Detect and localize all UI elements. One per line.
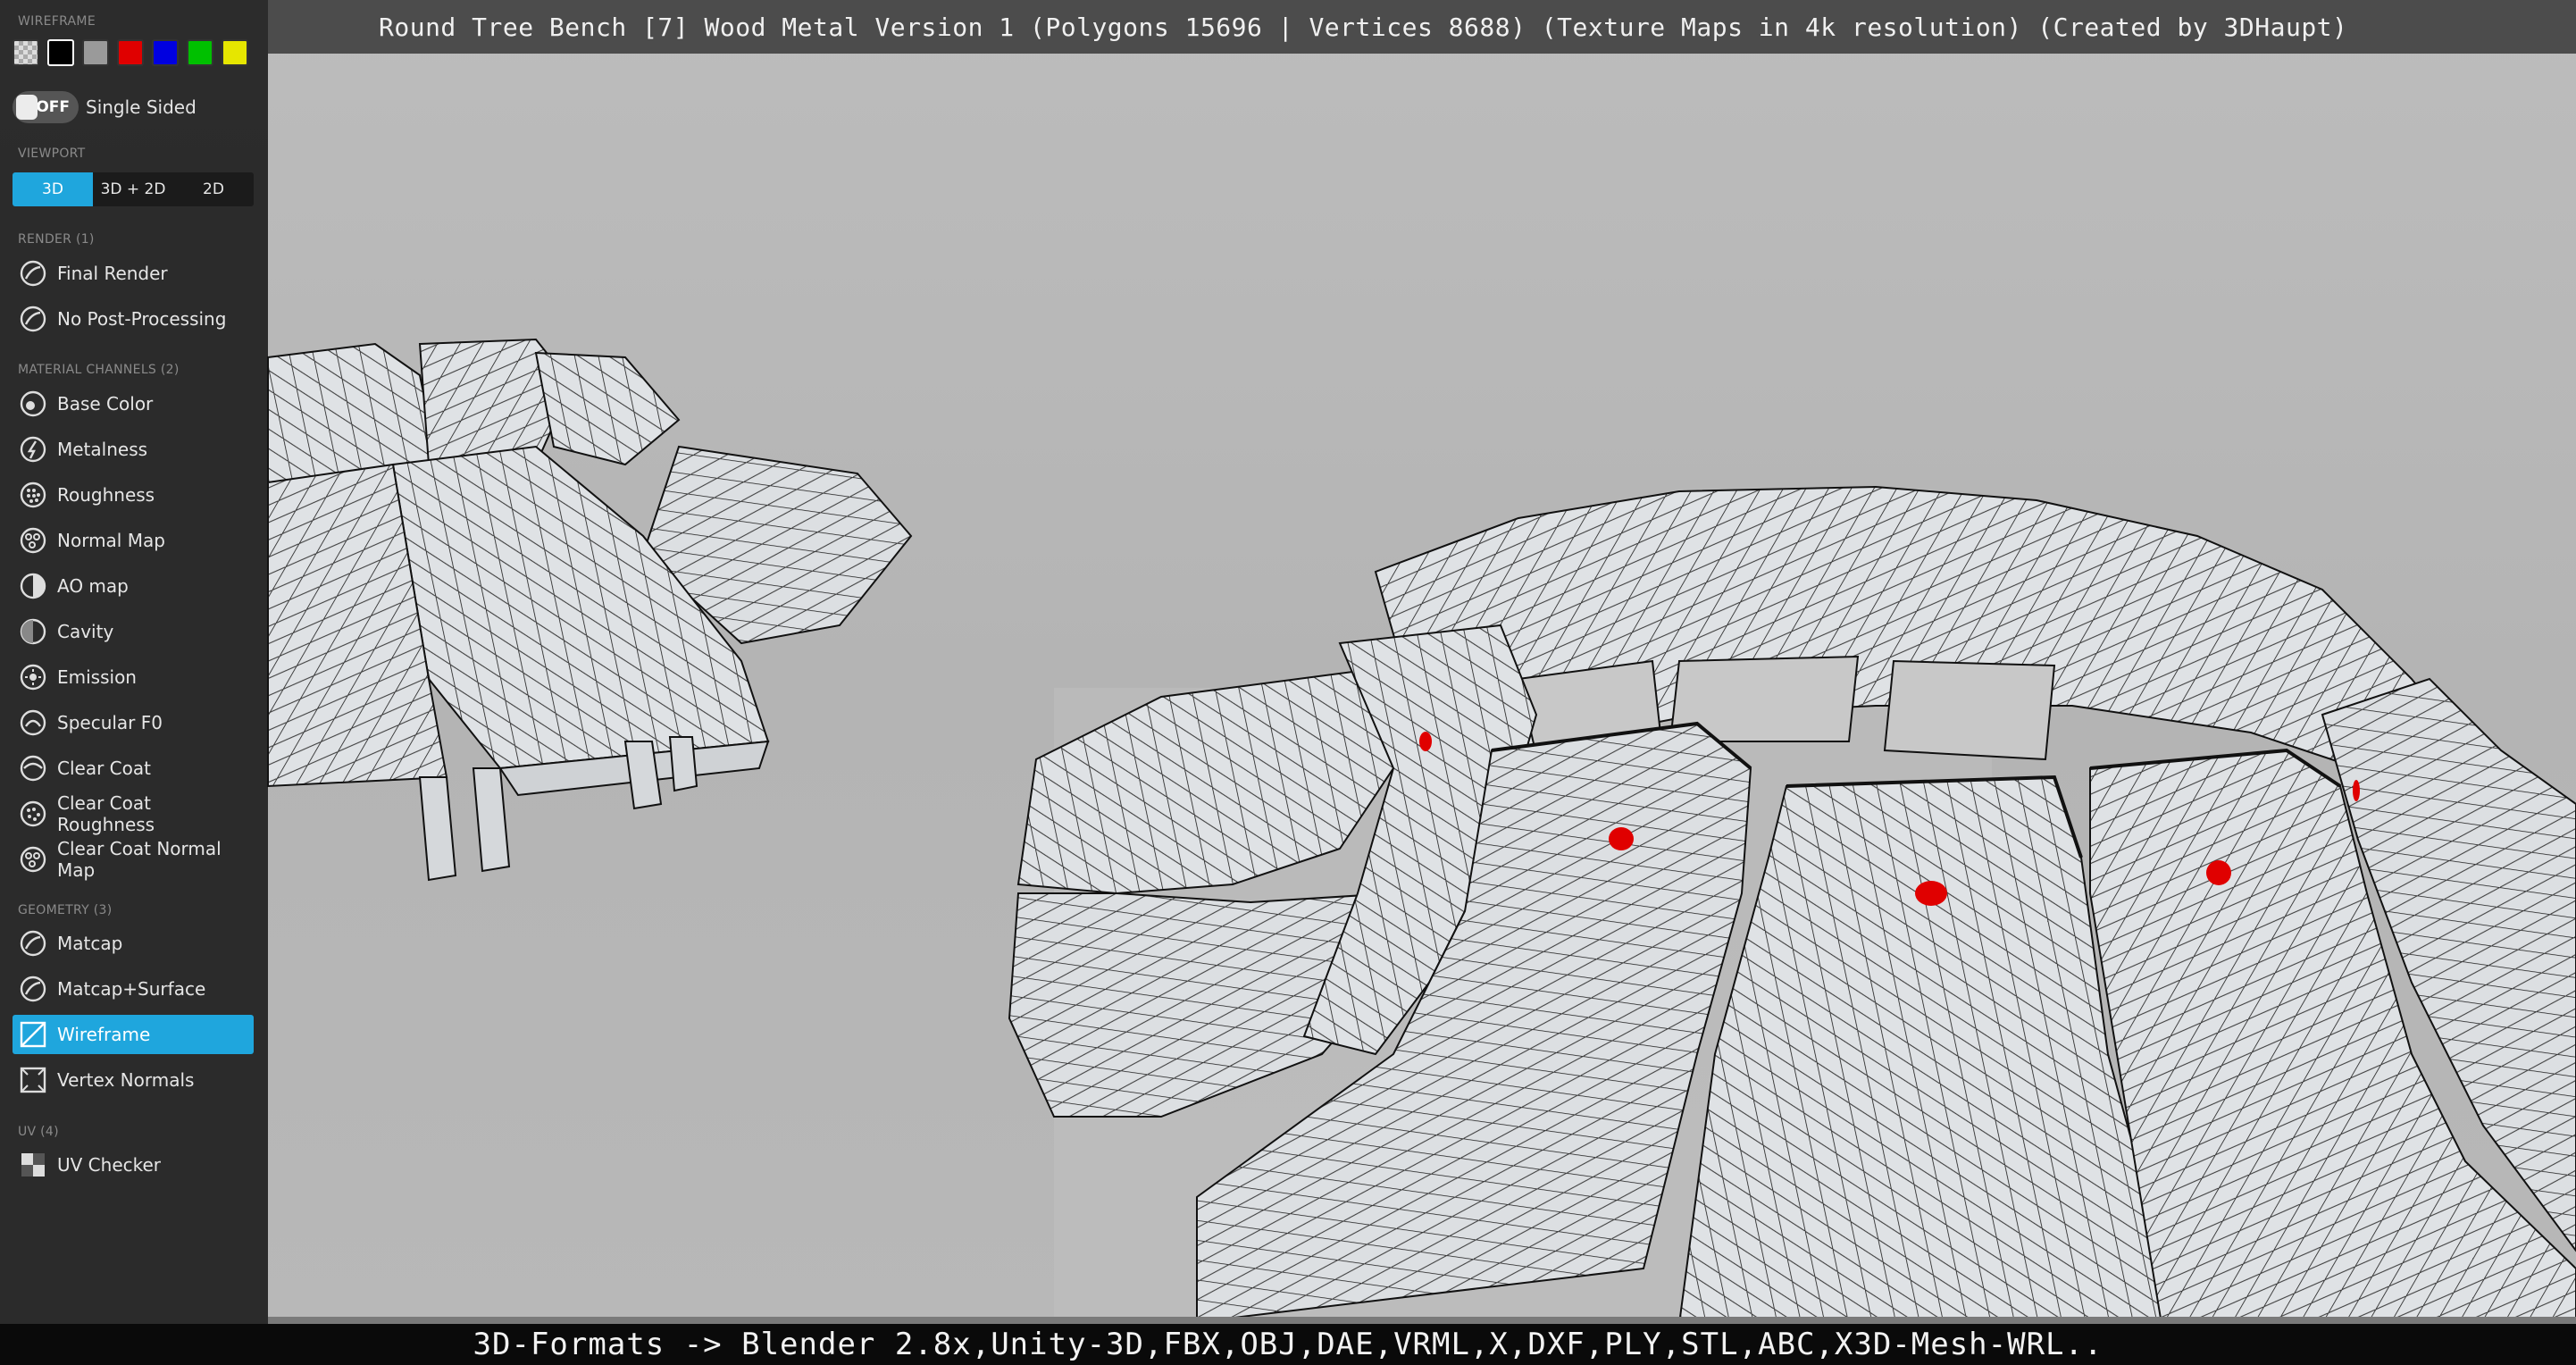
menu-specular-f0[interactable]: Specular F0	[13, 703, 254, 742]
3d-viewport[interactable]	[0, 0, 2576, 1365]
uv-checker-icon	[18, 1150, 48, 1180]
viewport-mode-tabs: 3D 3D + 2D 2D	[13, 172, 254, 206]
normal-map-icon	[18, 525, 48, 556]
menu-label: Matcap	[57, 933, 123, 954]
wireframe-color-swatches	[13, 39, 248, 66]
menu-label: Base Color	[57, 393, 154, 415]
menu-label: Wireframe	[57, 1024, 151, 1045]
specular-icon	[18, 708, 48, 738]
formats-bar: 3D-Formats -> Blender 2.8x,Unity-3D,FBX,…	[0, 1324, 2576, 1365]
vertex-normals-icon	[18, 1065, 48, 1095]
tab-3d[interactable]: 3D	[13, 172, 93, 206]
tab-2d[interactable]: 2D	[173, 172, 254, 206]
menu-label: Matcap+Surface	[57, 978, 206, 1000]
menu-matcap[interactable]: Matcap	[13, 924, 254, 963]
wireframe-model	[267, 338, 2576, 1331]
menu-base-color[interactable]: Base Color	[13, 384, 254, 423]
roughness-icon	[18, 480, 48, 510]
menu-label: Metalness	[57, 439, 148, 460]
left-bench-cluster	[267, 338, 913, 882]
menu-metalness[interactable]: Metalness	[13, 430, 254, 469]
menu-clear-coat[interactable]: Clear Coat	[13, 749, 254, 788]
menu-label: Final Render	[57, 263, 168, 284]
geometry-section-label: GEOMETRY (3)	[18, 903, 113, 917]
menu-label: No Post-Processing	[57, 308, 227, 330]
wireframe-section-label: WIREFRAME	[18, 14, 96, 29]
sphere-icon	[18, 304, 48, 334]
menu-wireframe[interactable]: Wireframe	[13, 1015, 254, 1054]
menu-label: AO map	[57, 575, 129, 597]
swatch-black[interactable]	[47, 39, 74, 66]
single-sided-label: Single Sided	[86, 96, 197, 118]
cavity-icon	[18, 616, 48, 647]
menu-label: Emission	[57, 666, 137, 688]
swatch-green[interactable]	[187, 39, 213, 66]
round-bench-model	[1008, 485, 2576, 1325]
swatch-yellow[interactable]	[222, 39, 248, 66]
single-sided-toggle[interactable]: OFF	[13, 91, 79, 123]
base-color-icon	[18, 389, 48, 419]
menu-label: Clear Coat Roughness	[57, 792, 155, 835]
model-title-bar: Round Tree Bench [7] Wood Metal Version …	[268, 0, 2576, 54]
menu-label: Cavity	[57, 621, 114, 642]
render-section-label: RENDER (1)	[18, 232, 95, 247]
menu-cavity[interactable]: Cavity	[13, 612, 254, 651]
menu-normal-map[interactable]: Normal Map	[13, 521, 254, 560]
menu-no-post-processing[interactable]: No Post-Processing	[13, 299, 254, 339]
clear-coat-roughness-icon	[18, 799, 48, 829]
tab-3d-2d[interactable]: 3D + 2D	[93, 172, 173, 206]
emission-icon	[18, 662, 48, 692]
formats-text: 3D-Formats -> Blender 2.8x,Unity-3D,FBX,…	[473, 1327, 2103, 1362]
sphere-icon	[18, 258, 48, 289]
viewport-scrollbar[interactable]	[268, 1317, 2576, 1324]
menu-label: Normal Map	[57, 530, 165, 551]
render-settings-panel: WIREFRAME OFF Single Sided VIEWPORT 3D 3…	[0, 0, 268, 1324]
matcap-icon	[18, 928, 48, 959]
menu-label: Roughness	[57, 484, 155, 506]
menu-ao-map[interactable]: AO map	[13, 566, 254, 606]
toggle-knob	[16, 95, 38, 120]
model-title: Round Tree Bench [7] Wood Metal Version …	[379, 12, 2348, 42]
wireframe-icon	[18, 1019, 48, 1050]
clear-coat-icon	[18, 753, 48, 783]
menu-label: UV Checker	[57, 1154, 162, 1176]
menu-roughness[interactable]: Roughness	[13, 475, 254, 515]
single-sided-row: OFF Single Sided	[13, 91, 197, 123]
toggle-state: OFF	[36, 98, 70, 116]
uv-section-label: UV (4)	[18, 1125, 59, 1139]
menu-label: Vertex Normals	[57, 1069, 195, 1091]
viewport-section-label: VIEWPORT	[18, 147, 86, 161]
menu-clear-coat-normal-map[interactable]: Clear Coat Normal Map	[13, 838, 254, 881]
clear-coat-normal-icon	[18, 844, 48, 875]
menu-emission[interactable]: Emission	[13, 657, 254, 697]
metalness-icon	[18, 434, 48, 465]
matcap-surface-icon	[18, 974, 48, 1004]
menu-clear-coat-roughness[interactable]: Clear Coat Roughness	[13, 792, 254, 835]
menu-label: Clear Coat	[57, 758, 151, 779]
menu-label: Specular F0	[57, 712, 163, 733]
menu-final-render[interactable]: Final Render	[13, 254, 254, 293]
swatch-grey[interactable]	[82, 39, 109, 66]
menu-vertex-normals[interactable]: Vertex Normals	[13, 1060, 254, 1100]
material-section-label: MATERIAL CHANNELS (2)	[18, 363, 180, 377]
swatch-blue[interactable]	[152, 39, 179, 66]
menu-label: Clear Coat Normal Map	[57, 838, 222, 881]
swatch-transparent[interactable]	[13, 39, 39, 66]
menu-matcap-surface[interactable]: Matcap+Surface	[13, 969, 254, 1009]
ao-map-icon	[18, 571, 48, 601]
swatch-red[interactable]	[117, 39, 144, 66]
menu-uv-checker[interactable]: UV Checker	[13, 1145, 254, 1185]
viewer-app: Round Tree Bench [7] Wood Metal Version …	[0, 0, 2576, 1365]
